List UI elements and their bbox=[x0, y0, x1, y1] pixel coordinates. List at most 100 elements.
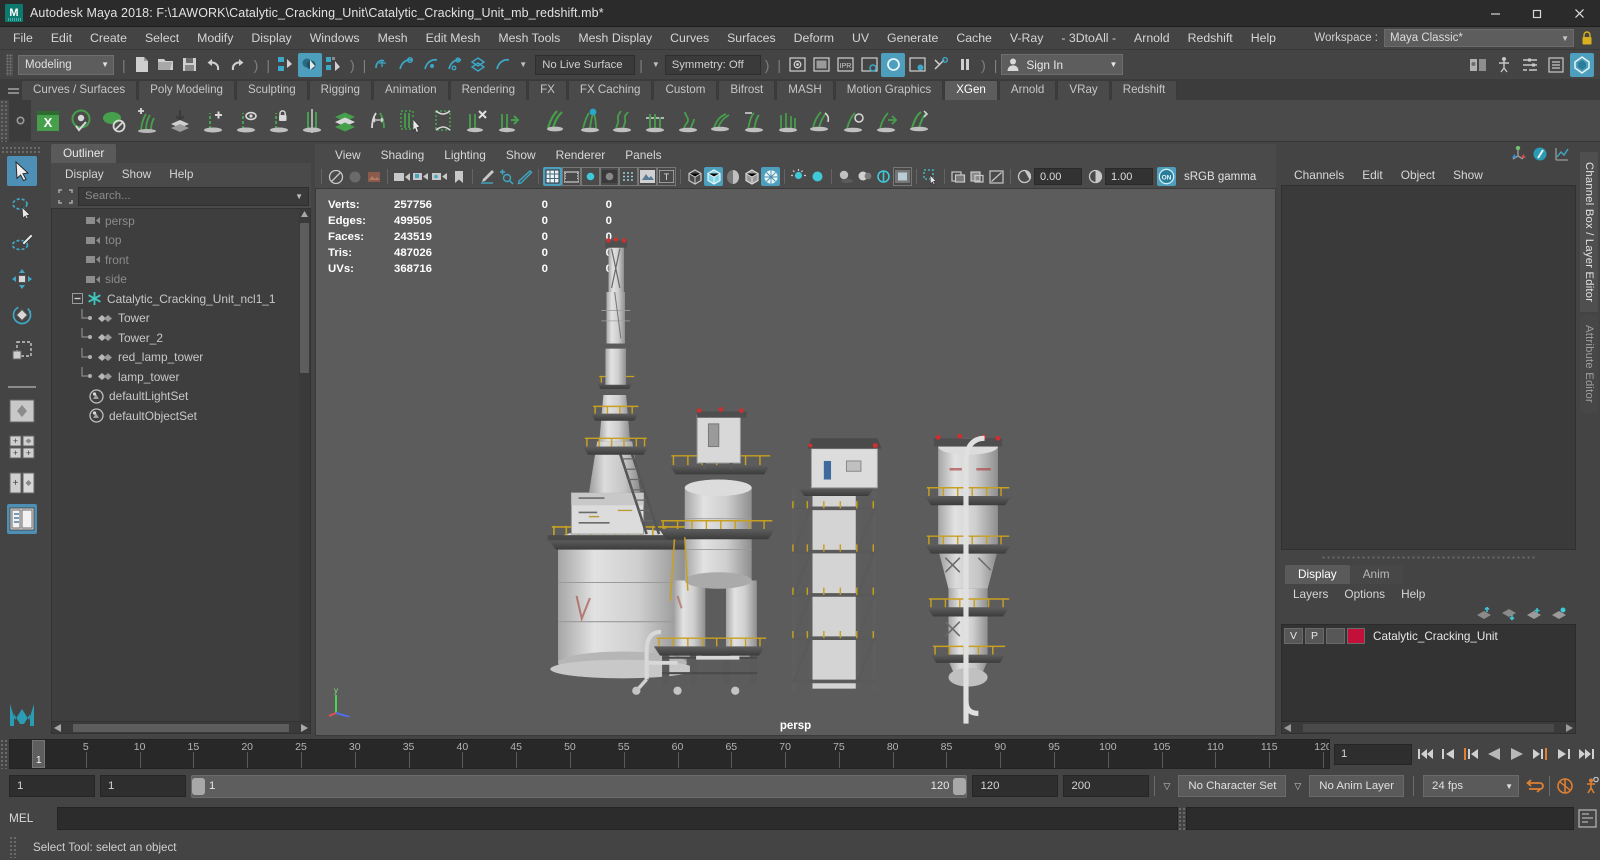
playback-speed-dropdown[interactable]: 24 fps ▼ bbox=[1423, 775, 1519, 797]
menu-generate[interactable]: Generate bbox=[878, 28, 947, 49]
xgen-export-patches-icon[interactable] bbox=[870, 103, 903, 139]
shadows-toggle-icon[interactable] bbox=[836, 167, 855, 186]
animation-end-field[interactable]: 200 bbox=[1063, 775, 1150, 797]
use-default-lighting-icon[interactable] bbox=[789, 167, 808, 186]
wireframe-shading-icon[interactable] bbox=[685, 167, 704, 186]
ao-icon[interactable] bbox=[600, 167, 619, 186]
collapse-box-icon[interactable] bbox=[72, 293, 83, 305]
symmetry-field[interactable]: Symmetry: Off bbox=[664, 54, 761, 75]
outliner-item-top[interactable]: top bbox=[52, 231, 310, 251]
snap-to-point-button[interactable] bbox=[418, 53, 442, 77]
shelf-tab-motion-graphics[interactable]: Motion Graphics bbox=[834, 80, 944, 100]
menu-help[interactable]: Help bbox=[1242, 28, 1285, 49]
shadows-icon[interactable] bbox=[581, 167, 600, 186]
minimize-icon[interactable] bbox=[1474, 0, 1516, 27]
gamma-field[interactable]: 1.00 bbox=[1105, 168, 1153, 185]
range-left-handle[interactable] bbox=[192, 777, 205, 795]
channel-menu-channels[interactable]: Channels bbox=[1285, 167, 1353, 183]
xgen-disable-preview-icon[interactable] bbox=[97, 103, 130, 139]
channel-menu-object[interactable]: Object bbox=[1392, 167, 1444, 183]
image-plane-icon[interactable] bbox=[364, 167, 383, 186]
menu-arnold[interactable]: Arnold bbox=[1125, 28, 1179, 49]
toggle-attribute-editor-button[interactable] bbox=[1518, 53, 1542, 77]
menu-cache[interactable]: Cache bbox=[947, 28, 1001, 49]
viewport-3d-canvas[interactable]: Verts: 257756 0 0 Edges: 499505 0 0 Face… bbox=[315, 188, 1276, 736]
xgen-noise-modifier-icon[interactable] bbox=[606, 103, 639, 139]
command-output-field[interactable] bbox=[1186, 806, 1574, 830]
xray-joints-icon[interactable] bbox=[949, 167, 968, 186]
shelf-tab-vray[interactable]: VRay bbox=[1057, 80, 1110, 100]
tab-display-layers[interactable]: Display bbox=[1285, 565, 1350, 584]
outliner-item-tower-2[interactable]: Tower_2 bbox=[52, 328, 310, 348]
channel-box-content[interactable] bbox=[1281, 185, 1576, 550]
add-keyframe-icon[interactable] bbox=[496, 167, 515, 186]
toolbox-grip[interactable] bbox=[1, 146, 42, 153]
menu-mesh-tools[interactable]: Mesh Tools bbox=[489, 28, 569, 49]
playback-start-field[interactable]: 1 bbox=[100, 775, 186, 797]
outliner-item-side[interactable]: side bbox=[52, 270, 310, 290]
outliner-persp-layout-button[interactable] bbox=[6, 504, 37, 534]
shelf-tab-fx-caching[interactable]: FX Caching bbox=[567, 80, 653, 100]
flat-shade-icon[interactable] bbox=[723, 167, 742, 186]
layer-hscroll-thumb[interactable] bbox=[1303, 723, 1554, 732]
range-slider[interactable]: 1 120 bbox=[191, 774, 968, 798]
outliner-horizontal-scrollbar[interactable] bbox=[51, 722, 311, 734]
tab-anim-layers[interactable]: Anim bbox=[1349, 565, 1403, 584]
command-line-input[interactable] bbox=[57, 806, 1178, 830]
step-forward-key-button[interactable] bbox=[1553, 743, 1573, 765]
outliner-tree[interactable]: persp top front side Catalytic_Cracking_… bbox=[51, 208, 311, 722]
xgen-editor-icon[interactable]: X bbox=[31, 103, 64, 139]
menuset-dropdown[interactable]: Modeling ▼ bbox=[18, 54, 114, 75]
shelf-options-button[interactable] bbox=[9, 99, 31, 142]
render-settings-button[interactable] bbox=[857, 53, 881, 77]
menu-create[interactable]: Create bbox=[81, 28, 136, 49]
pause-render-button[interactable] bbox=[953, 53, 977, 77]
select-camera-icon[interactable] bbox=[326, 167, 345, 186]
smooth-shade-all-icon[interactable] bbox=[704, 167, 723, 186]
toggle-grid-icon[interactable] bbox=[543, 167, 562, 186]
loop-playback-button[interactable] bbox=[1524, 775, 1544, 797]
move-layer-up-icon[interactable] bbox=[1476, 607, 1492, 621]
toolbar-grip[interactable] bbox=[6, 53, 13, 76]
camera-attributes-icon[interactable] bbox=[392, 167, 411, 186]
xgen-density-modifier-icon[interactable] bbox=[771, 103, 804, 139]
search-filter-icon[interactable] bbox=[55, 186, 75, 206]
toggle-tool-settings-button[interactable] bbox=[1570, 52, 1594, 77]
lock-icon[interactable] bbox=[1581, 30, 1593, 46]
outliner-vertical-scrollbar[interactable] bbox=[299, 209, 310, 721]
channel-menu-show[interactable]: Show bbox=[1444, 167, 1492, 183]
move-tool-button[interactable] bbox=[7, 264, 37, 294]
shelf-tab-fx[interactable]: FX bbox=[528, 80, 567, 100]
xgen-sculpt-brush-icon[interactable] bbox=[540, 103, 573, 139]
close-icon[interactable] bbox=[1558, 0, 1600, 27]
xgen-mirror-description-icon[interactable] bbox=[295, 103, 328, 139]
shelf-tab-bifrost[interactable]: Bifrost bbox=[718, 80, 776, 100]
layer-row[interactable]: V P Catalytic_Cracking_Unit bbox=[1284, 627, 1573, 645]
layer-list-hscrollbar[interactable] bbox=[1281, 722, 1576, 734]
undo-button[interactable] bbox=[202, 53, 226, 77]
exposure-icon[interactable] bbox=[1015, 167, 1034, 186]
film-gate-icon[interactable] bbox=[562, 167, 581, 186]
isolate-select-icon[interactable] bbox=[921, 167, 940, 186]
shelf-tab-custom[interactable]: Custom bbox=[653, 80, 718, 100]
paint-effects-icon[interactable] bbox=[1532, 146, 1548, 162]
outliner-item-defaultlightset[interactable]: defaultLightSet bbox=[52, 387, 310, 407]
chevron-down-icon[interactable]: ▼ bbox=[647, 60, 665, 69]
go-to-end-button[interactable] bbox=[1576, 743, 1596, 765]
go-to-start-button[interactable] bbox=[1415, 743, 1435, 765]
channel-menu-edit[interactable]: Edit bbox=[1353, 167, 1392, 183]
viewport-menu-view[interactable]: View bbox=[325, 147, 371, 163]
color-management-toggle-icon[interactable]: ON bbox=[1157, 167, 1176, 186]
shelf-tab-curves-surfaces[interactable]: Curves / Surfaces bbox=[21, 80, 138, 100]
scroll-left-icon[interactable] bbox=[1284, 723, 1291, 732]
bookmark-icon[interactable] bbox=[449, 167, 468, 186]
range-right-handle[interactable] bbox=[953, 777, 967, 795]
select-by-component-button[interactable] bbox=[322, 53, 346, 77]
xgen-collision-modifier-icon[interactable] bbox=[837, 103, 870, 139]
xgen-lock-description-icon[interactable] bbox=[262, 103, 295, 139]
xgen-anim-wires-icon[interactable] bbox=[804, 103, 837, 139]
menu-vray[interactable]: V-Ray bbox=[1001, 28, 1053, 49]
step-forward-frame-button[interactable] bbox=[1530, 743, 1550, 765]
menu-3dtoall[interactable]: - 3DtoAll - bbox=[1052, 28, 1125, 49]
four-view-layout-button[interactable]: + + + bbox=[7, 432, 37, 462]
